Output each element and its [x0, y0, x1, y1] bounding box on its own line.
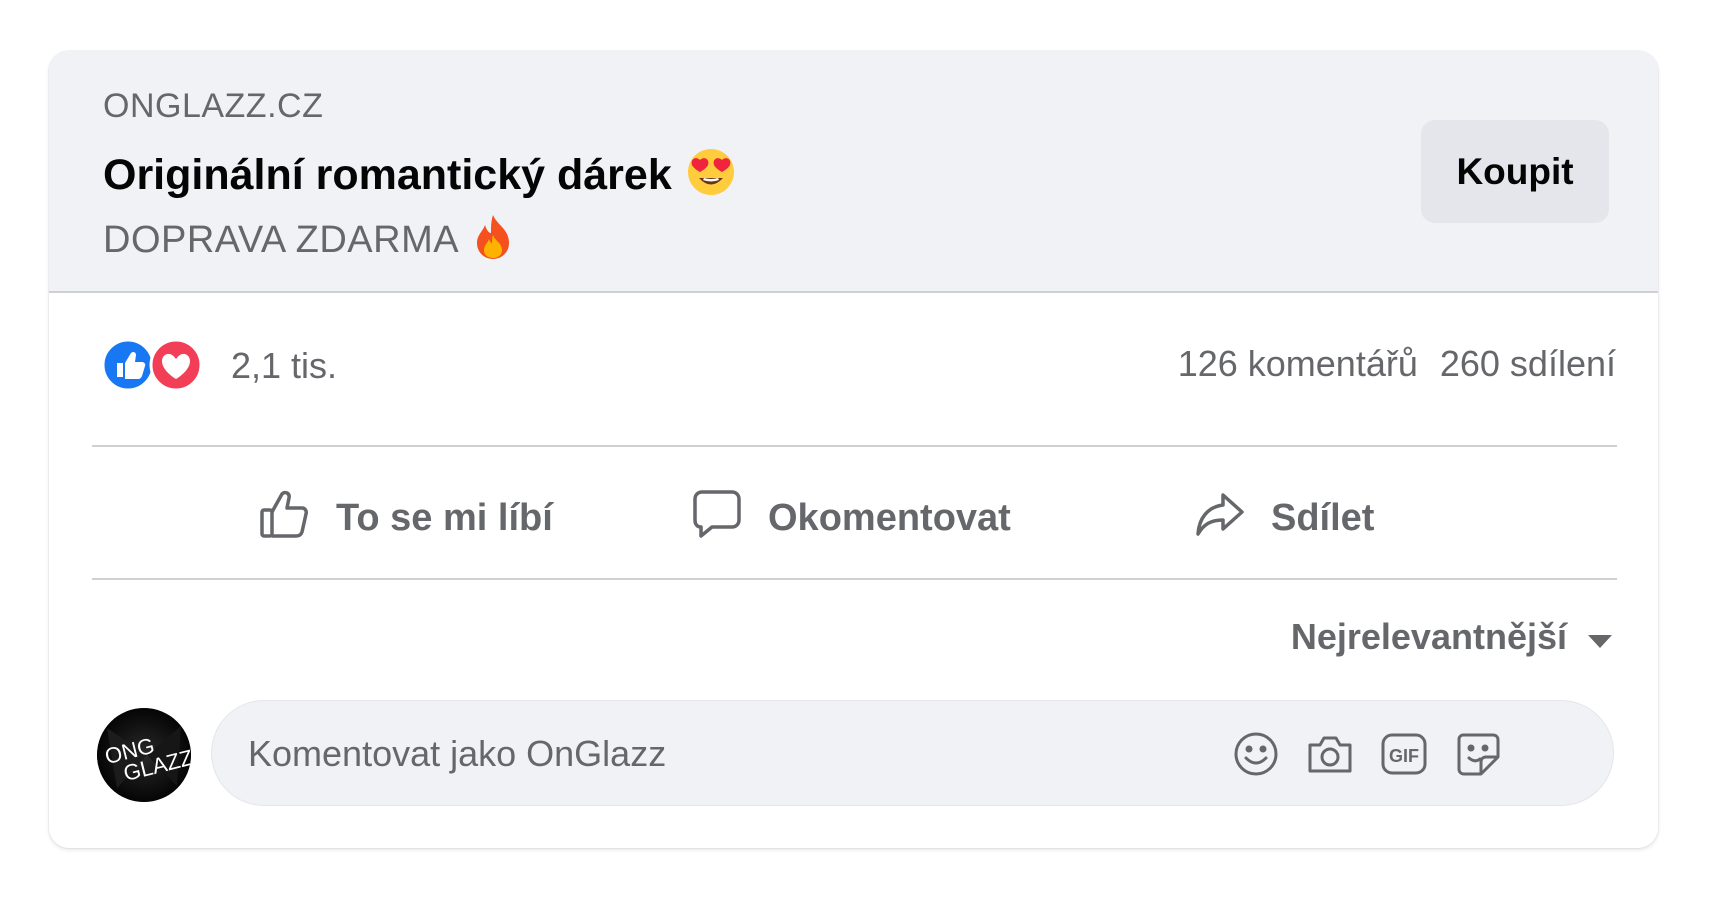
comment-input[interactable]: [246, 701, 1150, 807]
link-domain: ONGLAZZ.CZ: [103, 87, 324, 125]
gif-icon[interactable]: GIF: [1378, 728, 1430, 780]
reaction-icons[interactable]: [101, 337, 212, 393]
action-bar: To se mi líbí Okomentovat Sdílet: [92, 447, 1617, 590]
link-preview[interactable]: ONGLAZZ.CZ Originální romantický dárek D…: [49, 51, 1658, 293]
buy-button[interactable]: Koupit: [1421, 120, 1609, 223]
reaction-count[interactable]: 2,1 tis.: [231, 345, 337, 387]
link-headline: Originální romantický dárek: [103, 147, 736, 208]
svg-text:GIF: GIF: [1389, 746, 1419, 766]
camera-icon[interactable]: [1304, 728, 1356, 780]
divider-bottom: [92, 578, 1617, 580]
fire-emoji-icon: [473, 213, 513, 271]
comment-composer: GIF: [211, 700, 1614, 807]
smiley-icon[interactable]: [1230, 728, 1282, 780]
headline-text: Originální romantický dárek: [103, 150, 672, 199]
comments-count[interactable]: 126 komentářů: [1178, 343, 1418, 384]
sticker-icon[interactable]: [1452, 728, 1504, 780]
sort-label: Nejrelevantnější: [1290, 616, 1567, 657]
caret-down-icon: [1587, 616, 1613, 658]
link-subline: DOPRAVA ZDARMA: [103, 213, 513, 271]
engagement-stats: 126 komentářů 260 sdílení: [1178, 343, 1616, 385]
comment-sort-dropdown[interactable]: Nejrelevantnější: [1291, 616, 1613, 658]
heart-eyes-emoji-icon: [686, 147, 736, 208]
avatar[interactable]: ONG GLAZZ: [97, 708, 191, 802]
comment-button[interactable]: Okomentovat: [692, 447, 1011, 590]
shares-count[interactable]: 260 sdílení: [1440, 343, 1616, 384]
thumbs-up-icon: [258, 488, 310, 550]
comment-bubble-icon: [692, 488, 742, 550]
share-arrow-icon: [1195, 489, 1245, 549]
share-label: Sdílet: [1271, 497, 1375, 539]
reactions-bar: 2,1 tis. 126 komentářů 260 sdílení: [49, 293, 1658, 431]
like-label: To se mi líbí: [336, 497, 553, 539]
share-button[interactable]: Sdílet: [1195, 447, 1374, 590]
post-card: ONGLAZZ.CZ Originální romantický dárek D…: [49, 51, 1658, 848]
like-button[interactable]: To se mi líbí: [258, 447, 553, 590]
subline-text: DOPRAVA ZDARMA: [103, 219, 460, 262]
comment-label: Okomentovat: [768, 497, 1011, 539]
